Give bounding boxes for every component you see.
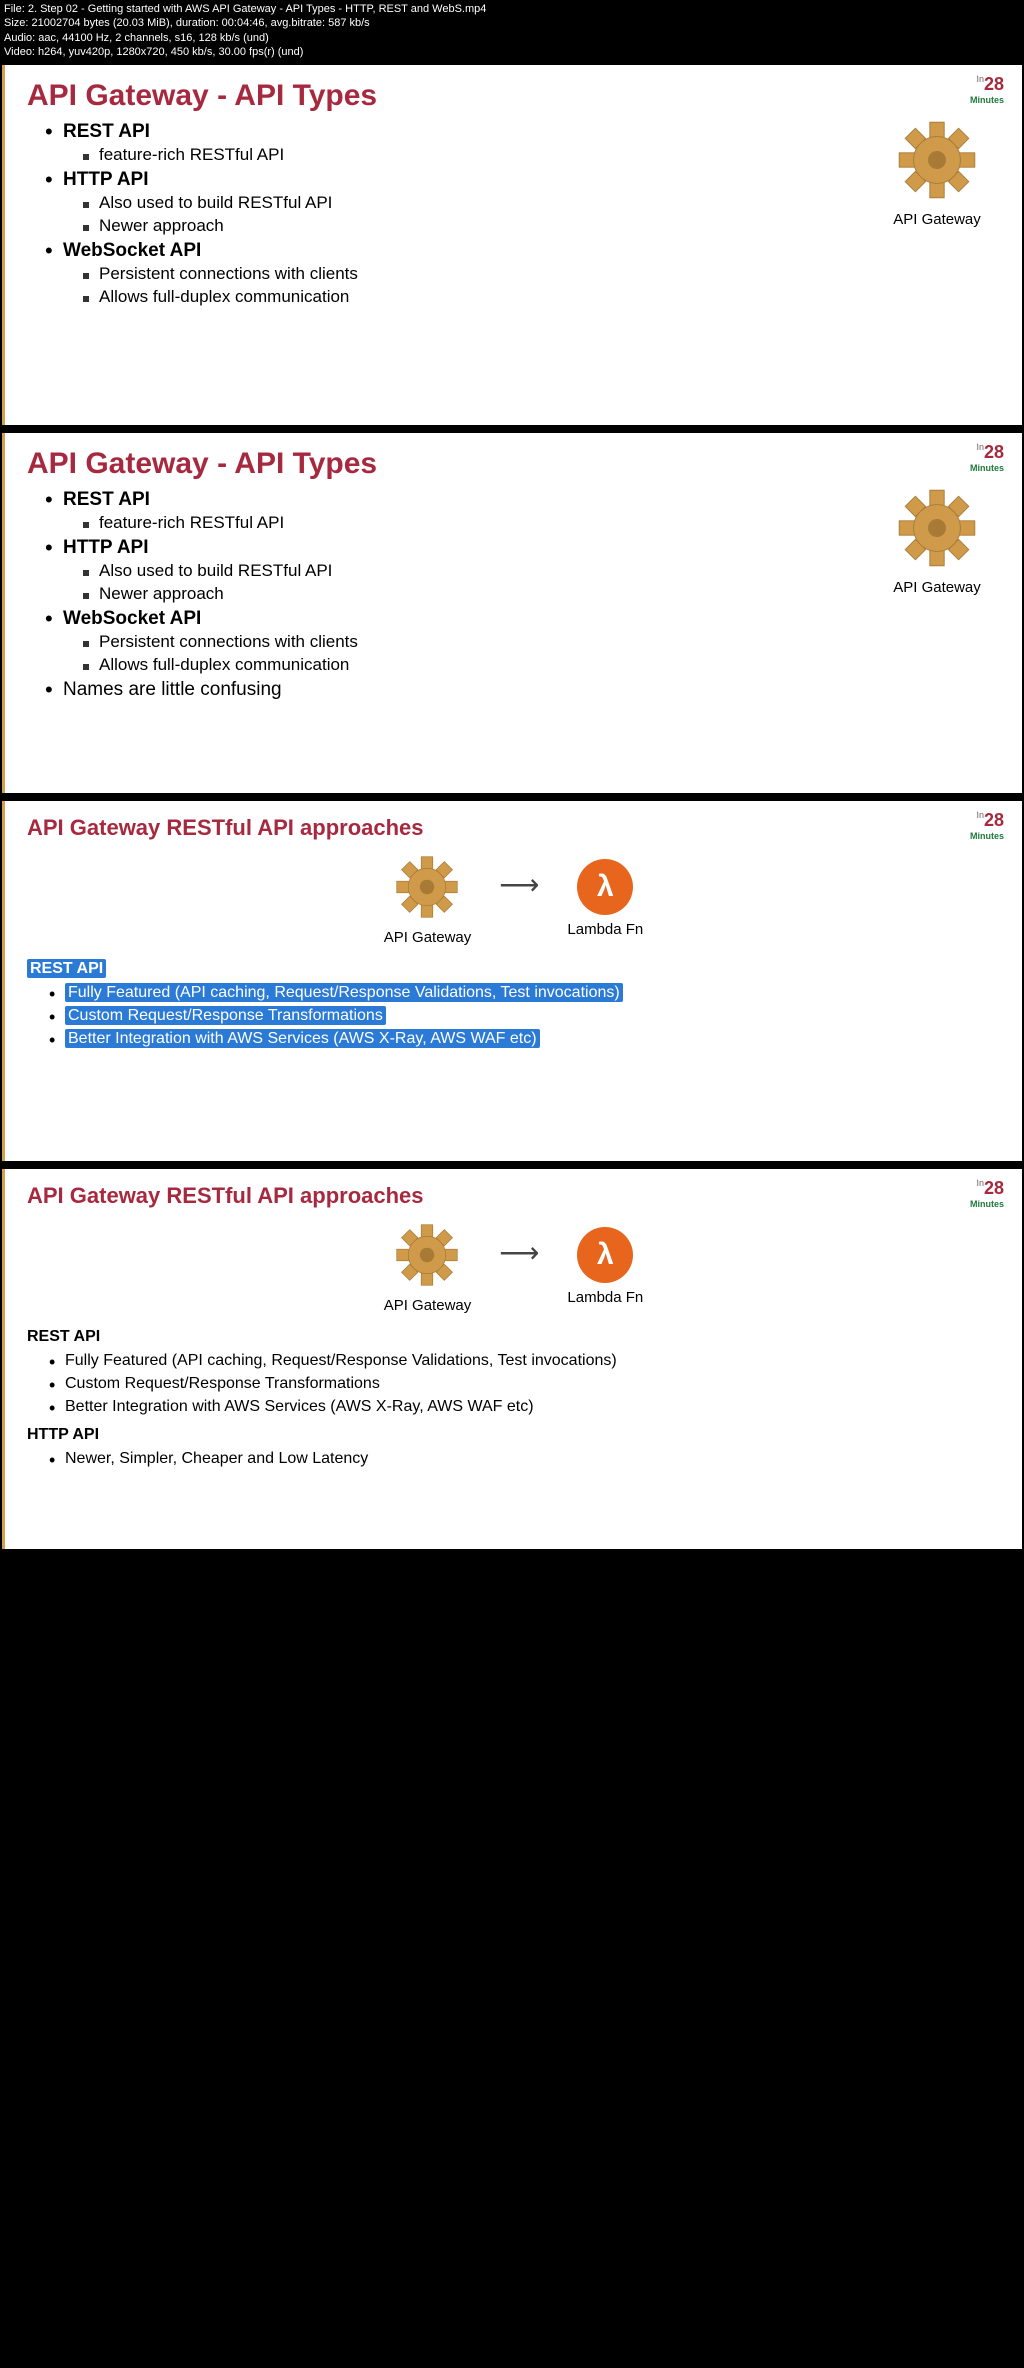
list-item: Allows full-duplex communication — [83, 655, 1000, 675]
list-item: Also used to build RESTful API — [83, 193, 1000, 213]
websocket-api-header: WebSocket API — [63, 240, 201, 261]
list-item: Persistent connections with clients — [83, 632, 1000, 652]
slide-title: API Gateway - API Types — [27, 447, 1000, 481]
meta-audio: Audio: aac, 44100 Hz, 2 channels, s16, 1… — [4, 31, 1020, 45]
lambda-icon: λ — [577, 859, 633, 915]
list-item: Also used to build RESTful API — [83, 561, 1000, 581]
lambda-label: Lambda Fn — [567, 921, 643, 938]
list-item: Fully Featured (API caching, Request/Res… — [49, 1352, 1000, 1370]
lambda-icon: λ — [577, 1227, 633, 1283]
api-gateway-icon — [391, 1219, 463, 1291]
arrow-icon: ⟶ — [499, 868, 539, 901]
architecture-diagram: API Gateway ⟶ λ Lambda Fn — [27, 851, 1000, 946]
slide-4: In28 Minutes API Gateway RESTful API app… — [2, 1169, 1022, 1549]
http-api-header: HTTP API — [63, 537, 149, 558]
slide-1: In28 Minutes API Gateway API Gateway - A… — [2, 65, 1022, 425]
logo-28minutes: In28 Minutes — [970, 443, 1004, 474]
list-item: Better Integration with AWS Services (AW… — [49, 1398, 1000, 1416]
arrow-icon: ⟶ — [499, 1236, 539, 1269]
slide-title: API Gateway RESTful API approaches — [27, 1183, 1000, 1209]
rest-api-section: REST API — [27, 960, 1000, 978]
meta-size: Size: 21002704 bytes (20.03 MiB), durati… — [4, 16, 1020, 30]
list-item: Custom Request/Response Transformations — [49, 1375, 1000, 1393]
list-item: Better Integration with AWS Services (AW… — [49, 1030, 1000, 1048]
rest-api-header: REST API — [63, 489, 150, 510]
rest-api-header: REST API — [63, 121, 150, 142]
confusing-note: Names are little confusing — [63, 679, 282, 700]
slide-3: In28 Minutes API Gateway RESTful API app… — [2, 801, 1022, 1161]
list-item: feature-rich RESTful API — [83, 513, 1000, 533]
lambda-label: Lambda Fn — [567, 1289, 643, 1306]
list-item: Allows full-duplex communication — [83, 287, 1000, 307]
api-gateway-icon — [391, 851, 463, 923]
video-metadata: File: 2. Step 02 - Getting started with … — [0, 0, 1024, 61]
list-item: Persistent connections with clients — [83, 264, 1000, 284]
list-item: feature-rich RESTful API — [83, 145, 1000, 165]
slide-title: API Gateway RESTful API approaches — [27, 815, 1000, 841]
list-item: Newer approach — [83, 584, 1000, 604]
rest-api-section: REST API — [27, 1328, 1000, 1346]
logo-28minutes: In28 Minutes — [970, 75, 1004, 106]
slide-title: API Gateway - API Types — [27, 79, 1000, 113]
http-api-header: HTTP API — [63, 169, 149, 190]
meta-video: Video: h264, yuv420p, 1280x720, 450 kb/s… — [4, 45, 1020, 59]
websocket-api-header: WebSocket API — [63, 608, 201, 629]
list-item: Fully Featured (API caching, Request/Res… — [49, 984, 1000, 1002]
slide-2: In28 Minutes API Gateway API Gateway - A… — [2, 433, 1022, 793]
list-item: Newer approach — [83, 216, 1000, 236]
meta-file: File: 2. Step 02 - Getting started with … — [4, 2, 1020, 16]
http-api-section: HTTP API — [27, 1426, 1000, 1444]
logo-28minutes: In28 Minutes — [970, 811, 1004, 842]
logo-28minutes: In28 Minutes — [970, 1179, 1004, 1210]
list-item: Newer, Simpler, Cheaper and Low Latency — [49, 1450, 1000, 1468]
apigw-label: API Gateway — [384, 929, 472, 946]
architecture-diagram: API Gateway ⟶ λ Lambda Fn — [27, 1219, 1000, 1314]
list-item: Custom Request/Response Transformations — [49, 1007, 1000, 1025]
apigw-label: API Gateway — [384, 1297, 472, 1314]
